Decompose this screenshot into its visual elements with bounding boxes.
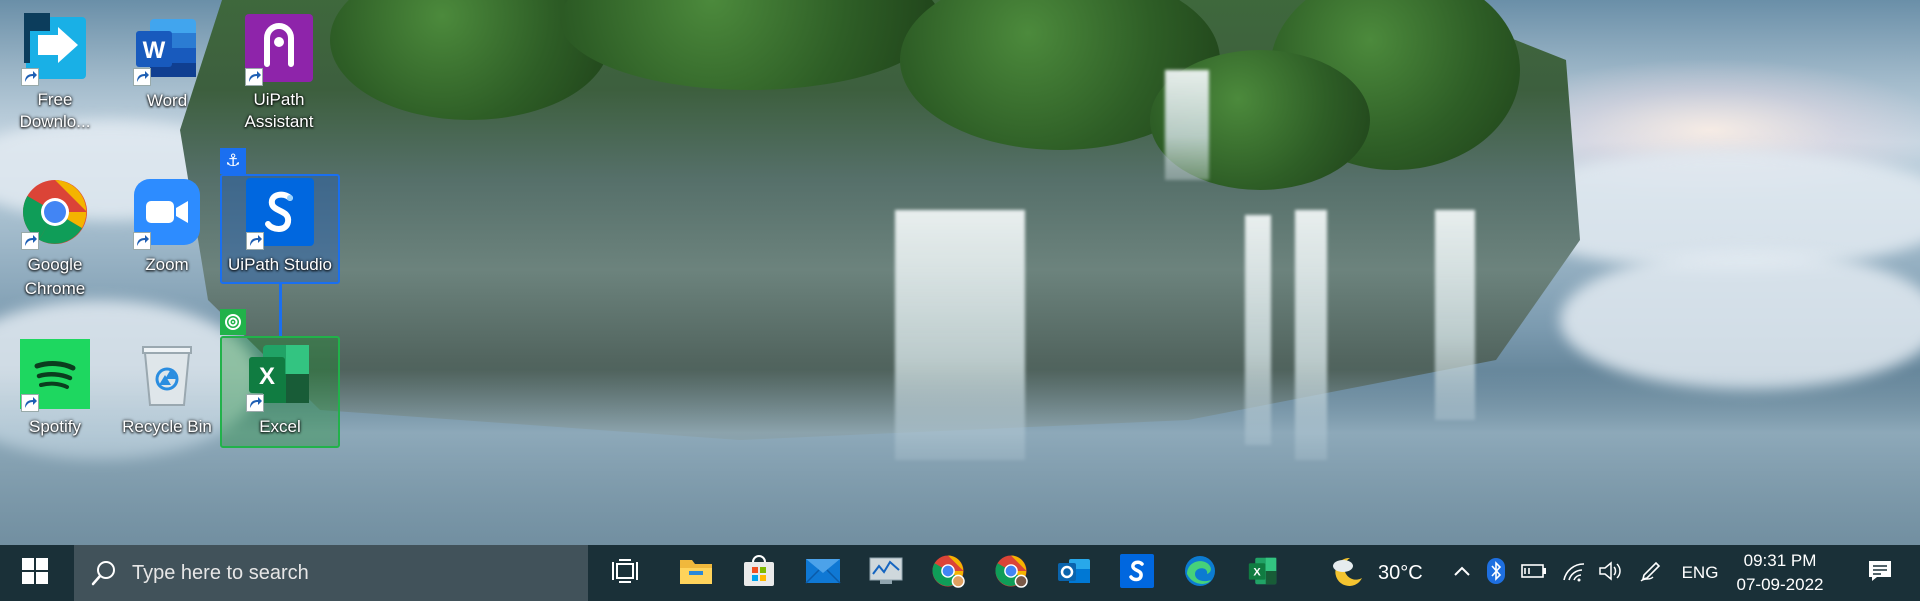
shortcut-arrow-icon [133, 232, 151, 250]
svg-text:X: X [1253, 566, 1261, 578]
search-icon [88, 557, 120, 589]
edge-icon [1183, 554, 1217, 593]
taskbar-performance-monitor[interactable] [858, 545, 914, 601]
desktop-icon-label: Word [146, 91, 188, 110]
performance-monitor-icon [868, 556, 904, 591]
desktop-icon-label: Free Downlo... [19, 90, 91, 131]
desktop-icon-zoom[interactable]: Zoom [121, 178, 213, 277]
shortcut-arrow-icon [246, 232, 264, 250]
desktop-icon-free-download-manager[interactable]: Free Downlo... [9, 12, 101, 133]
outlook-icon [1057, 555, 1091, 592]
taskbar-file-explorer[interactable] [668, 545, 724, 601]
svg-text:X: X [259, 363, 275, 390]
bluetooth-icon [1486, 557, 1506, 589]
tray-volume[interactable] [1595, 545, 1627, 601]
shortcut-arrow-icon [21, 68, 39, 86]
desktop-icon-label: Excel [259, 417, 301, 436]
uipath-studio-taskbar-icon [1119, 553, 1155, 594]
desktop-icon-label: UiPath Assistant [244, 90, 314, 131]
language-indicator[interactable]: ENG [1680, 545, 1720, 601]
pen-icon [1639, 559, 1663, 588]
taskbar-clock[interactable]: 09:31 PM 07-09-2022 [1720, 549, 1840, 597]
desktop-icon-uipath-assistant[interactable]: UiPath Assistant [233, 13, 325, 133]
taskbar-microsoft-store[interactable] [731, 545, 787, 601]
tray-bluetooth[interactable] [1483, 545, 1509, 601]
task-view-icon [610, 558, 640, 589]
recycle-bin-icon [135, 339, 199, 414]
tray-battery[interactable] [1518, 545, 1550, 601]
taskbar-search-box[interactable] [74, 545, 588, 601]
desktop-icon-google-chrome[interactable]: Google Chrome [9, 178, 101, 301]
taskbar-edge[interactable] [1172, 545, 1228, 601]
taskbar: X 30°C ENG 09:31 PM 07-09-2022 [0, 545, 1920, 601]
chrome-profile-2-icon [994, 554, 1028, 593]
shortcut-arrow-icon [133, 68, 151, 86]
taskbar-chrome-profile-2[interactable] [983, 545, 1039, 601]
desktop-icon-spotify[interactable]: Spotify [9, 338, 101, 439]
desktop-icon-label: Google Chrome [24, 255, 86, 298]
excel-taskbar-icon: X [1246, 555, 1280, 592]
desktop-icon-excel[interactable]: X Excel [234, 340, 326, 439]
clock-date: 07-09-2022 [1736, 575, 1824, 594]
shortcut-arrow-icon [21, 394, 39, 412]
desktop-icon-label: Recycle Bin [122, 417, 212, 436]
taskbar-chrome-profile-1[interactable] [920, 545, 976, 601]
clock-time: 09:31 PM [1743, 551, 1817, 570]
shortcut-arrow-icon [21, 232, 39, 250]
svg-text:W: W [143, 37, 166, 64]
desktop-icon-label: Spotify [29, 417, 81, 436]
file-explorer-icon [679, 556, 713, 591]
desktop-icon-label: Zoom [145, 255, 189, 274]
taskbar-excel[interactable]: X [1235, 545, 1291, 601]
weather-moon-cloud-icon [1330, 554, 1366, 593]
search-input[interactable] [132, 561, 572, 585]
shortcut-arrow-icon [245, 68, 263, 86]
action-center-button[interactable] [1855, 545, 1905, 601]
windows-logo-icon [22, 557, 48, 589]
mail-icon [805, 557, 841, 590]
desktop-icon-recycle-bin[interactable]: Recycle Bin [121, 340, 213, 439]
speaker-icon [1598, 560, 1624, 587]
tray-network[interactable] [1558, 545, 1590, 601]
desktop-icon-word[interactable]: W Word [121, 14, 213, 113]
tray-pen[interactable] [1635, 545, 1667, 601]
target-badge-icon [220, 309, 246, 335]
shortcut-arrow-icon [246, 394, 264, 412]
desktop-icon-label: UiPath Studio [228, 255, 332, 274]
anchor-connector-line [279, 284, 282, 336]
chevron-up-icon [1453, 564, 1471, 582]
anchor-badge-icon: ⚓ [220, 148, 246, 174]
chrome-profile-1-icon [931, 554, 965, 593]
weather-widget[interactable]: 30°C [1330, 545, 1430, 601]
desktop-icon-uipath-studio[interactable]: UiPath Studio [228, 177, 332, 277]
taskbar-uipath-studio[interactable] [1109, 545, 1165, 601]
show-hidden-icons-button[interactable] [1448, 545, 1476, 601]
microsoft-store-icon [742, 554, 776, 593]
taskbar-outlook[interactable] [1046, 545, 1102, 601]
start-button[interactable] [0, 545, 70, 601]
notification-icon [1867, 559, 1893, 588]
taskbar-mail[interactable] [795, 545, 851, 601]
taskbar-task-view[interactable] [597, 545, 653, 601]
wifi-icon [1562, 560, 1586, 587]
weather-temperature: 30°C [1378, 561, 1423, 584]
battery-charging-icon [1521, 562, 1547, 585]
